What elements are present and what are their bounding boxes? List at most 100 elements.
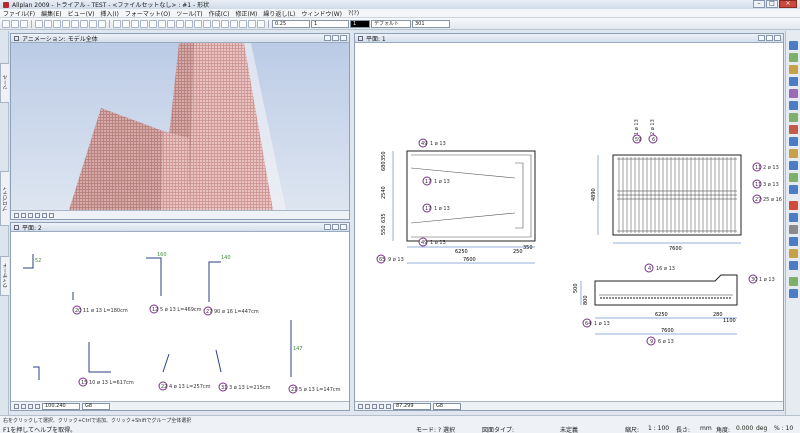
measure-icon[interactable] <box>167 19 175 28</box>
line-weight-select[interactable]: 0.25 <box>272 19 310 28</box>
pane-minimize-button[interactable] <box>758 35 765 41</box>
undo-icon[interactable] <box>113 19 121 28</box>
open-icon[interactable] <box>11 19 19 28</box>
plan-2-window[interactable]: 平面: 2 52 160 140 147 20 11 ø 13 L=180cm … <box>10 222 350 411</box>
maximize-button[interactable]: □ <box>766 0 778 8</box>
plan-1-layer-field[interactable]: G8 <box>433 402 461 410</box>
copy-icon[interactable] <box>62 19 70 28</box>
plan-1-canvas[interactable]: 350 680 2540 635 550 6250 250 350 7600 4… <box>355 43 783 401</box>
model-icon[interactable] <box>212 19 220 28</box>
pin-icon[interactable] <box>14 224 19 230</box>
zoom-icon[interactable] <box>14 212 19 218</box>
fit-icon[interactable] <box>35 212 40 218</box>
paste-icon[interactable] <box>71 19 79 28</box>
plan-2-layer-field[interactable]: G8 <box>82 402 110 410</box>
menu-edit[interactable]: 編集(E) <box>41 9 61 18</box>
tool-icon[interactable] <box>789 185 798 194</box>
pen-icon[interactable] <box>248 19 256 28</box>
pane-close-button[interactable] <box>340 224 347 230</box>
print-icon[interactable] <box>35 19 43 28</box>
plan-2-canvas[interactable]: 52 160 140 147 20 11 ø 13 L=180cm 12 5 ø… <box>11 232 349 401</box>
cut-icon[interactable] <box>53 19 61 28</box>
tool-icon[interactable] <box>789 173 798 182</box>
tool-icon[interactable] <box>789 41 798 50</box>
render-icon[interactable] <box>203 19 211 28</box>
brush-icon[interactable] <box>89 19 97 28</box>
pattern-select[interactable]: デフォルト <box>371 19 411 28</box>
save-icon[interactable] <box>20 19 28 28</box>
move-icon[interactable] <box>140 19 148 28</box>
plan-2-scale-field[interactable]: 100.240 <box>42 402 80 410</box>
undo-view-icon[interactable] <box>42 212 47 218</box>
pan-icon[interactable] <box>21 403 26 409</box>
tool-icon[interactable] <box>789 113 798 122</box>
pane-maximize-button[interactable] <box>332 224 339 230</box>
menu-window[interactable]: ウィンドウ(W) <box>301 9 342 18</box>
menu-repeat[interactable]: 繰り返し(L) <box>263 9 295 18</box>
plan-1-window[interactable]: 平面: 1 350 680 2540 635 550 6250 250 350 … <box>354 33 784 411</box>
pin-icon[interactable] <box>358 35 363 41</box>
pane-minimize-button[interactable] <box>324 35 331 41</box>
tool-icon[interactable] <box>789 289 798 298</box>
grid-icon[interactable] <box>176 19 184 28</box>
menu-insert[interactable]: 挿入(I) <box>100 9 118 18</box>
mirror-icon[interactable] <box>158 19 166 28</box>
tool-icon[interactable] <box>789 261 798 270</box>
tool-icon[interactable] <box>789 65 798 74</box>
select-icon[interactable] <box>131 19 139 28</box>
redo-icon[interactable] <box>122 19 130 28</box>
tool-icon[interactable] <box>789 213 798 222</box>
bucket-icon[interactable] <box>98 19 106 28</box>
rotate-icon[interactable] <box>149 19 157 28</box>
menu-view[interactable]: ビュー(V) <box>68 9 95 18</box>
pane-maximize-button[interactable] <box>766 35 773 41</box>
palette-icon[interactable] <box>239 19 247 28</box>
pan-icon[interactable] <box>365 403 370 409</box>
menu-help[interactable]: ?(?) <box>348 10 359 17</box>
section-icon[interactable] <box>221 19 229 28</box>
menu-modify[interactable]: 修正(M) <box>236 9 258 18</box>
redo-view-icon[interactable] <box>49 212 54 218</box>
tool-icon[interactable] <box>789 125 798 134</box>
pan-icon[interactable] <box>21 212 26 218</box>
tool-icon[interactable] <box>789 137 798 146</box>
tab-tools[interactable]: ツール <box>0 63 9 103</box>
pane-close-button[interactable] <box>340 35 347 41</box>
tool-icon[interactable] <box>789 89 798 98</box>
menu-format[interactable]: フォーマット(O) <box>125 9 170 18</box>
animation-window[interactable]: アニメーション: モデル全体 <box>10 33 350 220</box>
pane-minimize-button[interactable] <box>324 224 331 230</box>
tool-icon[interactable] <box>789 225 798 234</box>
tool-icon[interactable] <box>789 101 798 110</box>
view-icon[interactable] <box>194 19 202 28</box>
status-length-unit[interactable]: mm <box>700 425 712 432</box>
tool-icon[interactable] <box>789 201 798 210</box>
rotate-view-icon[interactable] <box>28 212 33 218</box>
tool-icon[interactable] <box>789 237 798 246</box>
redo-view-icon[interactable] <box>386 403 391 409</box>
menu-tools[interactable]: ツール(T) <box>176 9 202 18</box>
wire-icon[interactable] <box>230 19 238 28</box>
tool-icon[interactable] <box>789 53 798 62</box>
pane-close-button[interactable] <box>774 35 781 41</box>
tool-icon[interactable] <box>789 277 798 286</box>
minimize-button[interactable]: – <box>753 0 765 8</box>
tab-wizard[interactable]: ウィザード <box>0 256 9 296</box>
tool-icon[interactable] <box>789 77 798 86</box>
snap-icon[interactable] <box>257 19 265 28</box>
new-icon[interactable] <box>2 19 10 28</box>
tool-icon[interactable] <box>789 149 798 158</box>
delete-icon[interactable] <box>80 19 88 28</box>
tool-icon[interactable] <box>789 161 798 170</box>
undo-view-icon[interactable] <box>35 403 40 409</box>
pane-maximize-button[interactable] <box>332 35 339 41</box>
tool-icon[interactable] <box>789 249 798 258</box>
fit-icon[interactable] <box>28 403 33 409</box>
close-button[interactable]: × <box>779 0 797 8</box>
menu-create[interactable]: 作成(C) <box>209 9 230 18</box>
undo-view-icon[interactable] <box>379 403 384 409</box>
layer-select[interactable]: 301 <box>412 19 450 28</box>
status-angle[interactable]: 0.000 <box>736 425 753 432</box>
layer-icon[interactable] <box>185 19 193 28</box>
tab-properties[interactable]: プロパティ <box>0 171 9 226</box>
